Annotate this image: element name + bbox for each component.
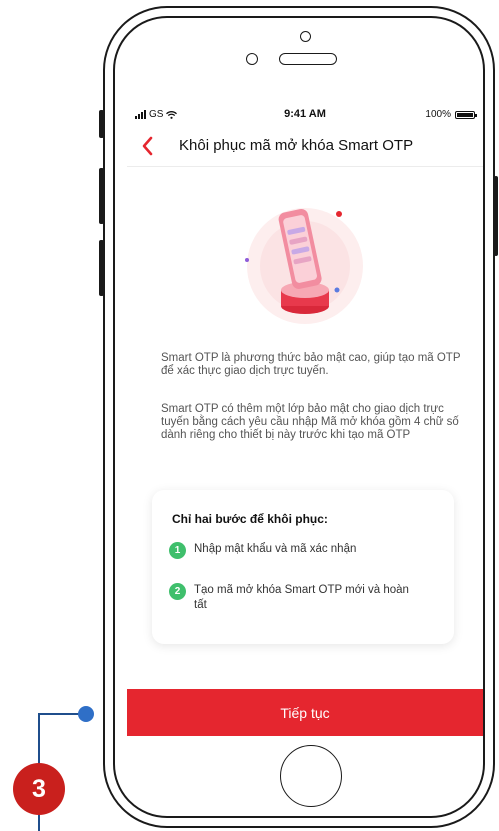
step-text: Tạo mã mở khóa Smart OTP mới và hoàn tất — [194, 584, 409, 611]
card-title: Chỉ hai bước để khôi phục: — [172, 512, 328, 526]
power-button — [494, 176, 498, 256]
description-paragraph-2: Smart OTP có thêm một lớp bảo mật cho gi… — [161, 403, 459, 441]
step-item: 1 Nhập mật khẩu và mã xác nhận — [169, 542, 424, 559]
volume-up-button — [99, 168, 104, 224]
proximity-sensor — [300, 31, 311, 42]
battery-percent: 100% — [425, 109, 451, 120]
step-number-badge: 3 — [13, 763, 65, 815]
step-number-icon: 1 — [169, 542, 186, 559]
home-button[interactable] — [280, 745, 342, 807]
step-item: 2 Tạo mã mở khóa Smart OTP mới và hoàn t… — [169, 583, 424, 613]
chevron-left-icon — [142, 136, 153, 156]
continue-button[interactable]: Tiếp tục — [127, 689, 483, 736]
back-button[interactable] — [133, 132, 161, 160]
status-bar: GS 9:41 AM 100% — [127, 104, 483, 126]
phone-unlock-illustration — [245, 208, 363, 324]
volume-down-button — [99, 240, 104, 296]
front-camera — [246, 53, 258, 65]
page-title: Khôi phục mã mở khóa Smart OTP — [179, 137, 414, 154]
navigation-bar: Khôi phục mã mở khóa Smart OTP — [127, 126, 483, 167]
step-text: Nhập mật khẩu và mã xác nhận — [194, 543, 357, 555]
mute-switch — [99, 110, 104, 138]
description-paragraph-1: Smart OTP là phương thức bảo mật cao, gi… — [161, 352, 461, 377]
step-number-icon: 2 — [169, 583, 186, 600]
app-screen: GS 9:41 AM 100% Khôi phục mã mở khóa Sma… — [127, 104, 483, 736]
recovery-steps-card: Chỉ hai bước để khôi phục: 1 Nhập mật kh… — [152, 490, 454, 644]
callout-dot — [78, 706, 94, 722]
earpiece-speaker — [279, 53, 337, 65]
battery-icon — [455, 110, 477, 119]
